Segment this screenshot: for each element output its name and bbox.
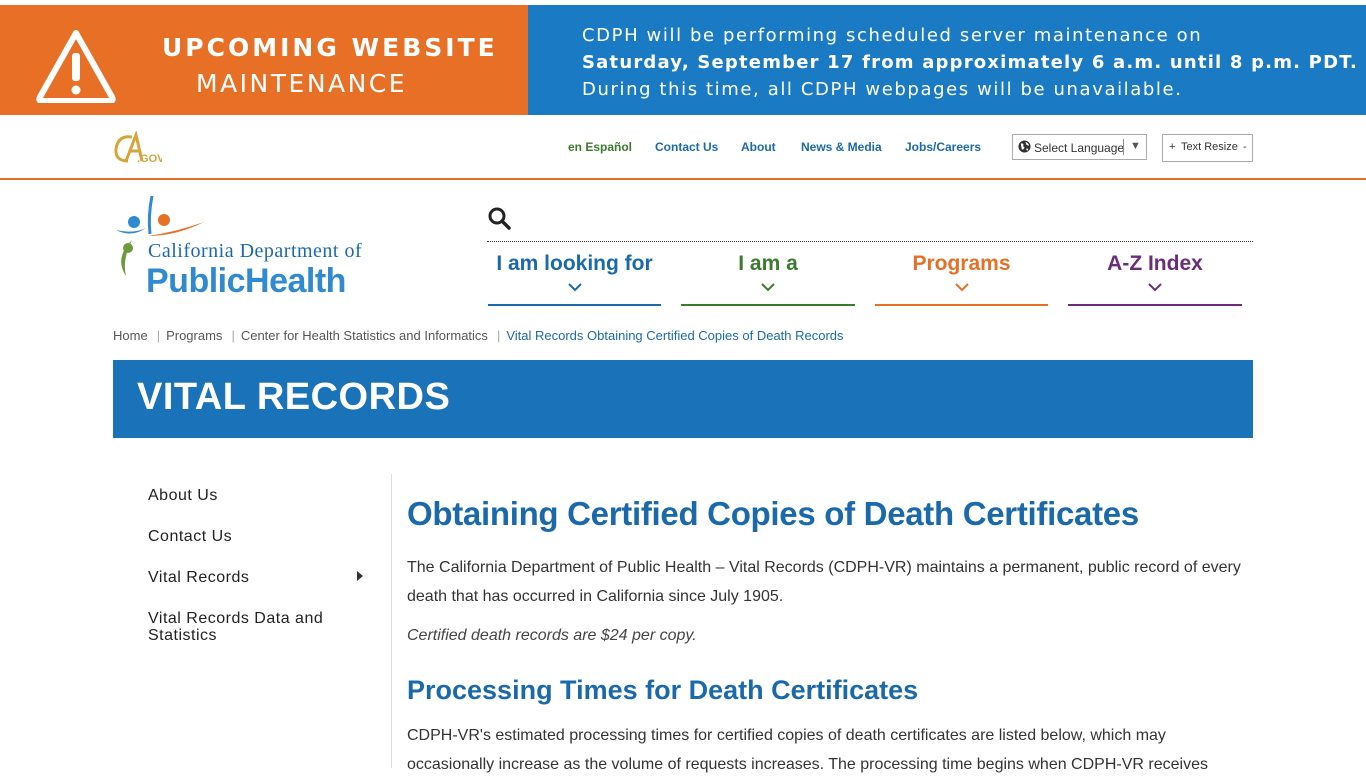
nav-i-am-looking-for[interactable]: I am looking for — [488, 246, 661, 306]
nav-i-am-a[interactable]: I am a — [681, 246, 855, 306]
nav-label: I am a — [738, 252, 798, 275]
nav-underline — [875, 304, 1048, 306]
about-link[interactable]: About — [741, 140, 776, 154]
breadcrumb: Home | Programs | Center for Health Statisti… — [113, 328, 844, 343]
warning-icon — [36, 30, 116, 103]
page-title-banner: VITAL RECORDS — [113, 360, 1253, 438]
sidebar-item-about-us[interactable]: About Us — [148, 487, 218, 504]
search-icon[interactable] — [487, 206, 511, 230]
maintenance-banner-left: UPCOMING WEBSITE MAINTENANCE — [0, 5, 528, 115]
text-increase-button[interactable]: + — [1169, 141, 1175, 153]
sidebar-divider — [391, 474, 392, 768]
caret-right-icon[interactable] — [356, 571, 364, 581]
ca-gov-logo[interactable]: .GOV — [112, 131, 162, 165]
jobs-careers-link[interactable]: Jobs/Careers — [905, 140, 981, 154]
maintenance-line-3: During this time, all CDPH webpages will… — [582, 79, 1183, 100]
text-resize-control[interactable]: + Text Resize - — [1162, 134, 1253, 162]
svg-text:.GOV: .GOV — [137, 153, 162, 165]
espanol-link[interactable]: en Español — [568, 140, 632, 154]
breadcrumb-home[interactable]: Home — [113, 328, 148, 343]
nav-a-z-index[interactable]: A-Z Index — [1068, 246, 1242, 306]
cdph-logo[interactable]: California Department of PublicHealth — [112, 192, 382, 300]
chevron-down-icon — [567, 283, 582, 292]
processing-paragraph: CDPH-VR's estimated processing times for… — [407, 727, 1208, 773]
page-title: VITAL RECORDS — [137, 376, 451, 418]
breadcrumb-separator: | — [496, 328, 501, 343]
sidebar-item-vital-records[interactable]: Vital Records — [148, 569, 249, 586]
maintenance-line-2: Saturday, September 17 from approximatel… — [582, 52, 1358, 73]
breadcrumb-separator: | — [231, 328, 235, 343]
logo-public-health-text: PublicHealth — [146, 262, 346, 300]
sidebar-item-data-statistics[interactable]: Vital Records Data and Statistics — [148, 610, 348, 644]
maintenance-message: CDPH will be performing scheduled server… — [528, 5, 1366, 115]
text-resize-label: Text Resize — [1181, 141, 1238, 153]
nav-underline — [1068, 304, 1242, 306]
utility-bar: .GOV en Español Contact Us About News & … — [0, 115, 1366, 180]
nav-label: I am looking for — [496, 252, 653, 275]
select-language-separator — [1123, 139, 1124, 155]
select-language-dropdown[interactable]: Select Language ▼ — [1012, 134, 1147, 160]
sidebar-item-contact-us[interactable]: Contact Us — [148, 528, 232, 545]
news-media-link[interactable]: News & Media — [801, 140, 882, 154]
processing-times-heading: Processing Times for Death Certificates — [407, 675, 919, 705]
text-decrease-button[interactable]: - — [1243, 141, 1247, 153]
price-note: Certified death records are $24 per copy… — [407, 627, 697, 644]
nav-underline — [488, 304, 661, 306]
breadcrumb-current[interactable]: Vital Records Obtaining Certified Copies… — [506, 328, 843, 343]
nav-divider — [487, 241, 1253, 242]
nav-label: Programs — [912, 252, 1011, 275]
chevron-down-icon — [1148, 283, 1162, 292]
dropdown-arrow-icon: ▼ — [1130, 140, 1141, 152]
maintenance-banner: UPCOMING WEBSITE MAINTENANCE CDPH will b… — [0, 5, 1366, 115]
nav-label: A-Z Index — [1107, 252, 1203, 275]
nav-programs[interactable]: Programs — [875, 246, 1048, 306]
logo-department-text: California Department of — [148, 240, 363, 262]
contact-us-link[interactable]: Contact Us — [655, 140, 718, 154]
maintenance-subtitle: MAINTENANCE — [196, 69, 408, 98]
nav-underline — [681, 304, 855, 306]
globe-icon — [1018, 140, 1031, 153]
maintenance-line-1: CDPH will be performing scheduled server… — [582, 25, 1203, 46]
content-heading: Obtaining Certified Copies of Death Cert… — [407, 495, 1139, 532]
maintenance-title: UPCOMING WEBSITE — [162, 33, 498, 62]
chevron-down-icon — [761, 283, 775, 292]
breadcrumb-programs[interactable]: Programs — [166, 328, 222, 343]
chevron-down-icon — [954, 283, 969, 292]
breadcrumb-separator: | — [156, 328, 161, 343]
breadcrumb-chsi[interactable]: Center for Health Statistics and Informa… — [241, 328, 488, 343]
intro-paragraph: The California Department of Public Heal… — [407, 559, 1241, 605]
select-language-label: Select Language — [1034, 141, 1125, 155]
